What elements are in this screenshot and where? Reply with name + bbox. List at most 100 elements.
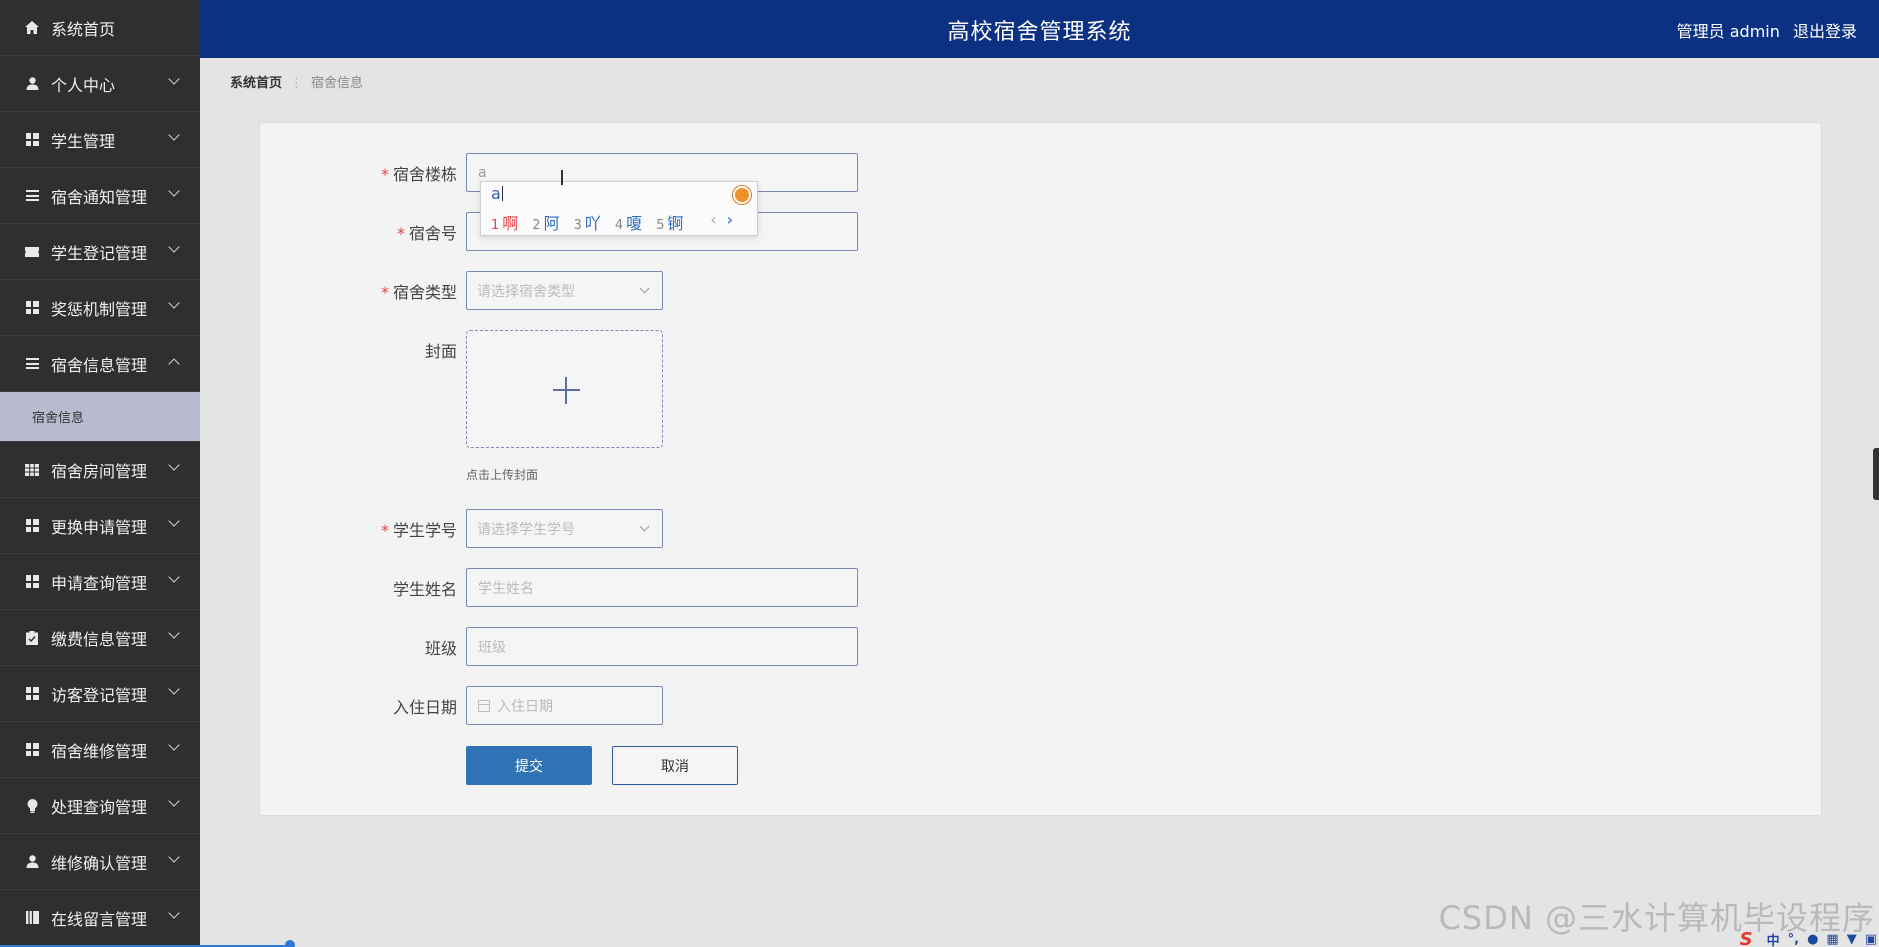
chevron-down-icon: [168, 129, 180, 141]
ime-candidate[interactable]: 4嗄: [615, 210, 642, 234]
sidebar-item-process-query[interactable]: 处理查询管理: [0, 778, 200, 834]
room-type-placeholder: 请选择宿舍类型: [477, 283, 575, 300]
book-icon: [24, 910, 40, 926]
cancel-button[interactable]: 取消: [612, 746, 738, 785]
ime-page-nav: ‹ ›: [710, 210, 733, 229]
grid-icon: [24, 574, 40, 590]
student-id-placeholder: 请选择学生学号: [477, 521, 575, 538]
sidebar-item-label: 申请查询管理: [51, 573, 148, 593]
chevron-down-icon: [168, 627, 180, 639]
sidebar-item-students[interactable]: 学生管理: [0, 112, 200, 168]
keyboard-icon[interactable]: ▦: [1826, 932, 1838, 947]
ime-mode[interactable]: 中: [1767, 930, 1780, 947]
sidebar-item-profile[interactable]: 个人中心: [0, 56, 200, 112]
ime-candidate[interactable]: 3吖: [574, 210, 601, 234]
ime-candidate[interactable]: 1啊: [491, 210, 518, 234]
required-star: *: [380, 283, 389, 302]
chevron-down-icon: [168, 739, 180, 751]
sidebar-item-dorm-info[interactable]: 宿舍信息管理: [0, 336, 200, 392]
sidebar-item-registration[interactable]: 学生登记管理: [0, 224, 200, 280]
chevron-down-icon: [168, 459, 180, 471]
sidebar-item-label: 更换申请管理: [51, 517, 148, 537]
sidebar-item-label: 处理查询管理: [51, 797, 148, 817]
table-icon: [24, 462, 40, 478]
grid-icon: [24, 300, 40, 316]
checkin-date-placeholder: 入住日期: [497, 698, 553, 715]
cover-upload[interactable]: [466, 330, 663, 448]
list-icon: [24, 356, 40, 372]
sidebar-item-visitors[interactable]: 访客登记管理: [0, 666, 200, 722]
sidebar-item-rewards[interactable]: 奖惩机制管理: [0, 280, 200, 336]
skin-icon[interactable]: ▼: [1847, 932, 1857, 947]
sidebar-item-label: 奖惩机制管理: [51, 299, 148, 319]
ime-punct[interactable]: °,: [1788, 932, 1799, 947]
room-type-select[interactable]: 请选择宿舍类型: [466, 271, 663, 310]
sidebar-subitem-label: 宿舍信息: [32, 411, 85, 426]
microphone-icon[interactable]: ●: [1807, 932, 1818, 947]
home-icon: [24, 20, 40, 36]
class-input[interactable]: 班级: [466, 627, 858, 666]
sidebar-item-rooms[interactable]: 宿舍房间管理: [0, 442, 200, 498]
student-id-select[interactable]: 请选择学生学号: [466, 509, 663, 548]
sidebar-item-label: 系统首页: [51, 19, 116, 39]
sidebar-subitem-dorm-info[interactable]: 宿舍信息: [0, 392, 200, 442]
building-label: * 宿舍楼栋: [380, 165, 457, 184]
chevron-down-icon: [168, 185, 180, 197]
sidebar-item-change-requests[interactable]: 更换申请管理: [0, 498, 200, 554]
student-id-label: * 学生学号: [380, 521, 457, 540]
required-star: *: [380, 521, 389, 540]
sidebar-item-messages[interactable]: 在线留言管理: [0, 890, 200, 946]
building-input-value: a: [478, 164, 487, 181]
sidebar-item-request-query[interactable]: 申请查询管理: [0, 554, 200, 610]
submit-button[interactable]: 提交: [466, 746, 592, 785]
user-icon: [24, 854, 40, 870]
breadcrumb-separator: ⋮: [290, 76, 304, 91]
sidebar-item-label: 维修确认管理: [51, 853, 148, 873]
sidebar-item-payments[interactable]: 缴费信息管理: [0, 610, 200, 666]
sidebar-item-label: 在线留言管理: [51, 909, 148, 929]
checkin-date-picker[interactable]: 入住日期: [466, 686, 663, 725]
sidebar-item-home[interactable]: 系统首页: [0, 0, 200, 56]
chevron-down-icon: [168, 73, 180, 85]
calendar-icon: [478, 699, 490, 712]
logout-link[interactable]: 退出登录: [1793, 22, 1857, 41]
video-progress-handle[interactable]: [285, 940, 295, 947]
ime-candidate[interactable]: 2阿: [532, 210, 559, 234]
sidebar-item-label: 访客登记管理: [51, 685, 148, 705]
breadcrumb-home[interactable]: 系统首页: [230, 76, 282, 91]
ime-next-icon[interactable]: ›: [727, 210, 733, 229]
chevron-down-icon: [168, 515, 180, 527]
sogou-logo-icon[interactable]: S: [1740, 929, 1753, 947]
grid-icon: [24, 518, 40, 534]
breadcrumb-current: 宿舍信息: [311, 76, 364, 91]
class-placeholder: 班级: [478, 639, 506, 656]
sidebar-item-label: 宿舍维修管理: [51, 741, 148, 761]
ime-mascot-icon: [733, 186, 751, 204]
student-name-placeholder: 学生姓名: [478, 580, 534, 597]
chevron-down-icon: [639, 521, 650, 532]
grid-icon: [24, 686, 40, 702]
sidebar-item-notices[interactable]: 宿舍通知管理: [0, 168, 200, 224]
sidebar: 系统首页 个人中心 学生管理 宿舍通知管理 学生登记管理 奖惩机制管理 宿舍信息…: [0, 0, 200, 947]
side-scroll-handle[interactable]: [1873, 448, 1879, 500]
cover-upload-hint: 点击上传封面: [466, 468, 539, 482]
user-icon: [24, 76, 40, 92]
chevron-down-icon: [168, 571, 180, 583]
student-name-input[interactable]: 学生姓名: [466, 568, 858, 607]
chevron-up-icon: [168, 358, 180, 370]
ime-prev-icon[interactable]: ‹: [710, 210, 716, 229]
checkin-date-label: 入住日期: [392, 698, 457, 717]
sidebar-item-repair-confirm[interactable]: 维修确认管理: [0, 834, 200, 890]
grid-icon: [24, 132, 40, 148]
ime-candidate-popup: a 1啊 2阿 3吖 4嗄 5锕 ‹ ›: [480, 181, 758, 236]
sidebar-item-repairs[interactable]: 宿舍维修管理: [0, 722, 200, 778]
cover-label: 封面: [424, 342, 457, 361]
chevron-down-icon: [168, 241, 180, 253]
form-row-room-type: * 宿舍类型 请选择宿舍类型: [260, 271, 1821, 310]
toolbox-icon[interactable]: ▣: [1865, 932, 1877, 947]
ime-candidate[interactable]: 5锕: [656, 210, 683, 234]
sidebar-item-label: 学生管理: [51, 131, 116, 151]
sidebar-item-label: 宿舍房间管理: [51, 461, 148, 481]
list-icon: [24, 188, 40, 204]
sidebar-item-label: 宿舍信息管理: [51, 355, 148, 375]
